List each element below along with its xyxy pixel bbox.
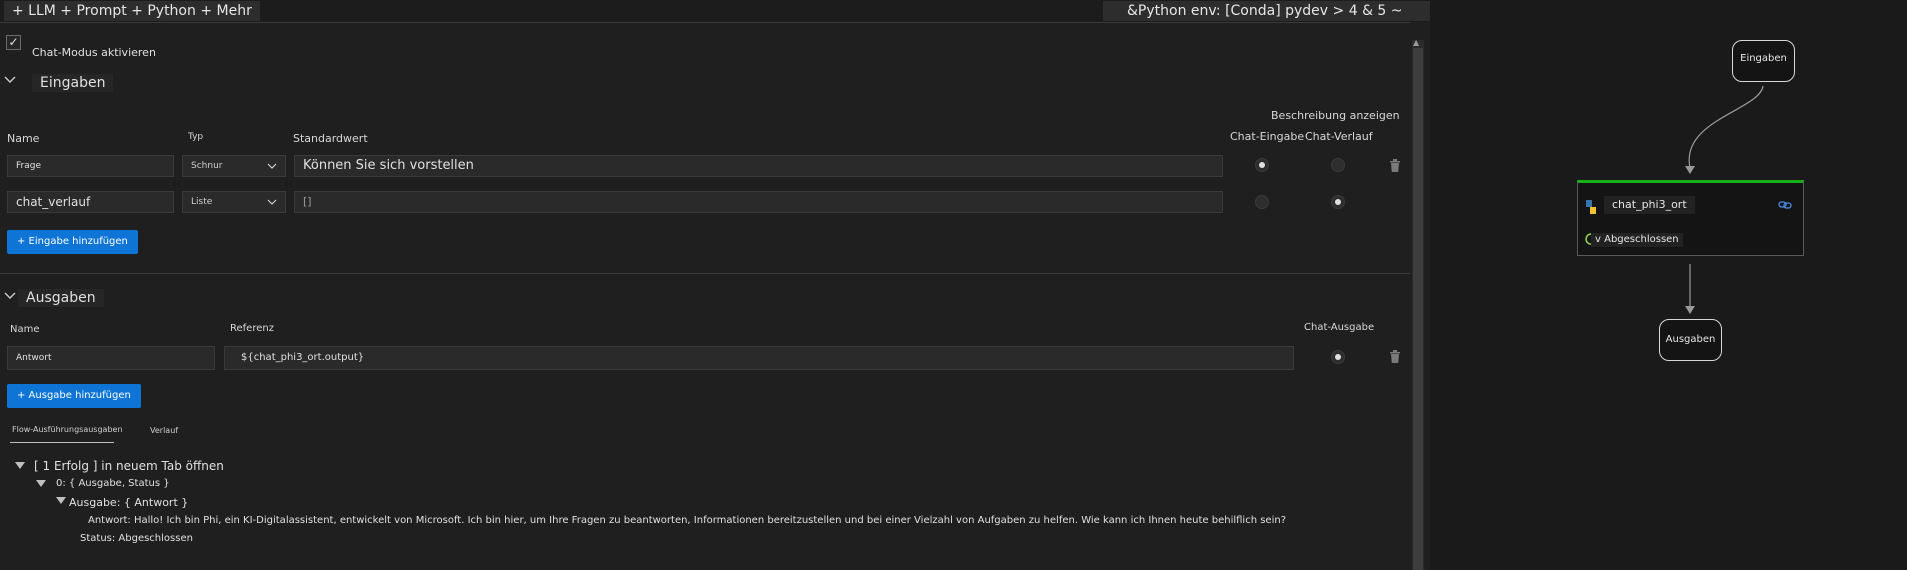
column-chat-history: Chat-Verlauf bbox=[1305, 130, 1373, 143]
add-output-button[interactable]: + Ausgabe hinzufügen bbox=[7, 384, 141, 408]
column-chat-output: Chat-Ausgabe bbox=[1304, 322, 1375, 333]
python-icon bbox=[1586, 200, 1596, 214]
node-title: chat_phi3_ort bbox=[1604, 196, 1695, 214]
chat-input-radio[interactable] bbox=[1255, 158, 1269, 172]
collapse-icon[interactable] bbox=[56, 497, 66, 504]
tree-root-link[interactable]: [ 1 Erfolg ] in neuem Tab öffnen bbox=[34, 459, 224, 473]
output-reference-field[interactable]: ${chat_phi3_ort.output} bbox=[224, 346, 1294, 370]
graph-node-outputs[interactable]: Ausgaben bbox=[1659, 319, 1722, 361]
node-status: v Abgeschlossen bbox=[1591, 233, 1683, 247]
checkmark-icon: ✓ bbox=[8, 35, 19, 49]
output-name-field[interactable]: Antwort bbox=[7, 346, 215, 370]
input-name-field[interactable]: chat_verlauf bbox=[7, 191, 174, 213]
input-type-select[interactable]: Liste bbox=[182, 191, 286, 213]
column-default: Standardwert bbox=[293, 132, 368, 145]
column-name: Name bbox=[10, 324, 40, 335]
chat-history-radio[interactable] bbox=[1331, 158, 1345, 172]
column-chat-input: Chat-Eingabe bbox=[1230, 130, 1305, 143]
scroll-up-icon[interactable]: ▲ bbox=[1413, 38, 1419, 47]
graph-node-inputs[interactable]: Eingaben bbox=[1732, 40, 1795, 82]
tab-flow-run-outputs[interactable]: Flow-Ausführungsausgaben bbox=[12, 425, 123, 434]
input-default-field[interactable]: Können Sie sich vorstellen bbox=[294, 155, 1223, 177]
show-description-toggle[interactable]: Beschreibung anzeigen bbox=[1271, 109, 1400, 122]
divider bbox=[0, 22, 1410, 23]
trash-icon[interactable] bbox=[1389, 350, 1403, 364]
trash-icon[interactable] bbox=[1389, 159, 1403, 173]
chat-history-radio[interactable] bbox=[1331, 195, 1345, 209]
chevron-down-icon[interactable] bbox=[4, 73, 16, 87]
chevron-down-icon bbox=[267, 156, 277, 184]
tree-answer-text: Antwort: Hallo! Ich bin Phi, ein KI-Digi… bbox=[88, 515, 1287, 526]
add-input-button[interactable]: + Eingabe hinzufügen bbox=[7, 230, 138, 254]
outputs-section-title[interactable]: Ausgaben bbox=[18, 289, 104, 307]
collapse-icon[interactable] bbox=[36, 480, 46, 487]
link-icon[interactable] bbox=[1778, 199, 1792, 214]
column-name: Name bbox=[7, 132, 40, 145]
inputs-section-title[interactable]: Eingaben bbox=[32, 74, 114, 92]
tree-status-text: Status: Abgeschlossen bbox=[80, 533, 193, 544]
graph-node-chat-phi3-ort[interactable]: chat_phi3_ort v Abgeschlossen bbox=[1577, 180, 1804, 256]
column-type: Typ bbox=[188, 132, 204, 142]
chevron-down-icon bbox=[267, 192, 277, 220]
python-env-selector[interactable]: &Python env: [Conda] pydev > 4 & 5 ~ bbox=[1103, 1, 1430, 21]
flow-editor-panel bbox=[0, 0, 1430, 570]
tree-node-output: Ausgabe: { Antwort } bbox=[69, 496, 189, 509]
collapse-icon[interactable] bbox=[15, 462, 25, 469]
input-type-value: Liste bbox=[191, 197, 213, 207]
input-default-field[interactable]: [] bbox=[294, 191, 1223, 213]
scrollbar-thumb[interactable] bbox=[1413, 48, 1423, 570]
graph-edges bbox=[1685, 85, 1764, 314]
chat-mode-checkbox[interactable]: ✓ bbox=[6, 35, 21, 50]
tree-node-run: 0: { Ausgabe, Status } bbox=[56, 478, 170, 489]
input-type-value: Schnur bbox=[191, 161, 223, 171]
column-reference: Referenz bbox=[230, 323, 274, 334]
divider bbox=[0, 273, 1410, 274]
input-type-select[interactable]: Schnur bbox=[182, 155, 286, 177]
tab-history[interactable]: Verlauf bbox=[150, 426, 178, 435]
chevron-down-icon[interactable] bbox=[4, 289, 16, 303]
flow-title[interactable]: + LLM + Prompt + Python + Mehr bbox=[4, 1, 260, 21]
input-name-field[interactable]: Frage bbox=[7, 155, 174, 177]
toolbar: + LLM + Prompt + Python + Mehr &Python e… bbox=[0, 0, 1430, 22]
chat-output-radio[interactable] bbox=[1331, 350, 1345, 364]
chat-input-radio[interactable] bbox=[1255, 195, 1269, 209]
active-tab-indicator bbox=[10, 442, 114, 443]
chat-mode-label: Chat-Modus aktivieren bbox=[32, 46, 156, 59]
